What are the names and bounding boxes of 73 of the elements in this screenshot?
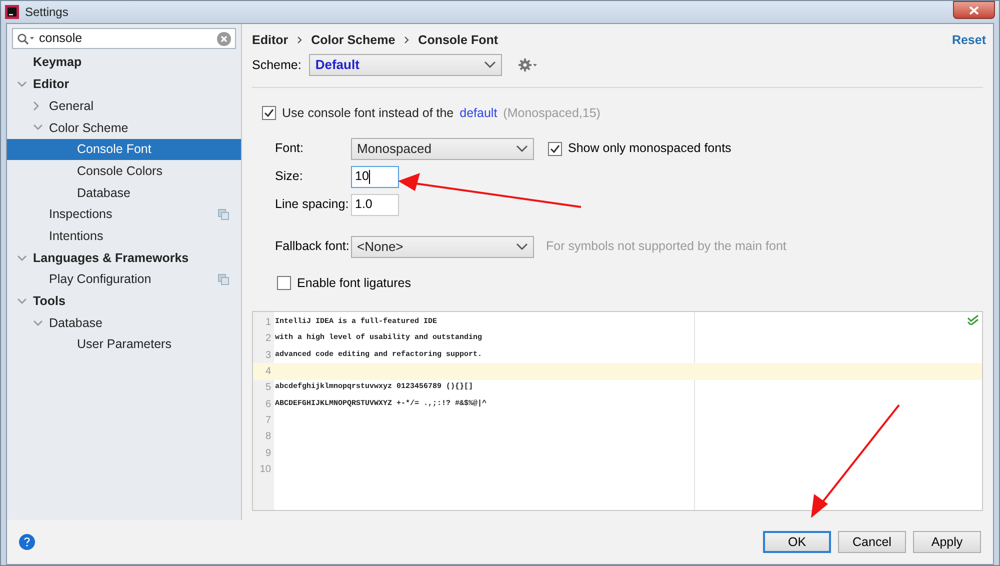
line-number: 4: [265, 365, 271, 380]
chevron-down-icon[interactable]: [33, 124, 43, 132]
scheme-dropdown[interactable]: Default: [309, 54, 502, 76]
ligatures-label: Enable font ligatures: [297, 274, 411, 292]
breadcrumb-item: Color Scheme: [311, 32, 396, 49]
default-font-hint: (Monospaced,15): [503, 105, 600, 122]
check-icon: [967, 314, 979, 324]
window-title: Settings: [25, 4, 68, 21]
tree-item[interactable]: Console Colors: [7, 160, 241, 182]
breadcrumb-item: Editor: [252, 32, 288, 49]
caret-icon: [516, 242, 528, 251]
help-button[interactable]: [19, 534, 35, 550]
tree-item[interactable]: Tools: [7, 290, 241, 312]
font-dropdown[interactable]: Monospaced: [351, 138, 534, 160]
line-spacing-field[interactable]: 1.0: [351, 194, 399, 216]
copy-icon: [218, 209, 229, 220]
tree-item[interactable]: Inspections: [7, 204, 241, 226]
tree-item[interactable]: Console Font: [7, 138, 241, 160]
breadcrumb-item: Console Font: [418, 32, 498, 49]
line-spacing-label: Line spacing:: [275, 196, 350, 214]
chevron-right-icon[interactable]: [33, 101, 40, 112]
scheme-label: Scheme:: [252, 56, 302, 74]
question-mark-icon: [24, 537, 30, 547]
caret-icon: [516, 144, 528, 153]
caret-icon: [484, 61, 496, 69]
size-field[interactable]: 10: [351, 166, 399, 188]
close-button[interactable]: [953, 1, 995, 19]
dialog-button[interactable]: Cancel: [838, 531, 906, 553]
line-number: 2: [265, 332, 271, 346]
tree-item[interactable]: Database: [7, 312, 241, 334]
size-label: Size:: [275, 168, 304, 186]
fallback-font-dropdown[interactable]: <None>: [351, 236, 534, 258]
line-number: 1: [265, 316, 271, 330]
checkbox[interactable]: [262, 106, 276, 120]
line-number: 8: [265, 430, 271, 444]
tree-item[interactable]: Intentions: [7, 226, 241, 248]
fallback-font-hint: For symbols not supported by the main font: [546, 238, 788, 256]
reset-link[interactable]: Reset: [952, 30, 986, 50]
dialog-button[interactable]: Apply: [913, 531, 981, 553]
dialog-button[interactable]: OK: [763, 531, 831, 553]
line-number: 9: [265, 446, 271, 461]
tree-item[interactable]: User Parameters: [7, 334, 241, 356]
tree-item[interactable]: General: [7, 95, 241, 118]
search-icon: [17, 32, 35, 44]
chevron-down-icon[interactable]: [17, 298, 27, 305]
chevron-down-icon[interactable]: [17, 81, 27, 88]
tree-item[interactable]: Database: [7, 182, 241, 204]
line-number: 7: [265, 414, 271, 428]
line-number: 3: [265, 348, 271, 363]
close-icon: [969, 6, 979, 14]
line-number: 10: [260, 462, 271, 477]
tree-item[interactable]: Keymap: [7, 52, 241, 74]
tree-item[interactable]: Editor: [7, 74, 241, 96]
line-number: 5: [265, 381, 271, 396]
use-console-font-label: Use console font instead of the: [282, 105, 454, 122]
copy-icon: [218, 274, 229, 286]
chevron-right-icon: [297, 36, 302, 44]
line-number: 6: [265, 398, 271, 412]
font-label: Font:: [275, 140, 304, 158]
monospaced-only-label: Show only monospaced fonts: [568, 140, 732, 158]
app-logo-icon: [5, 5, 19, 19]
chevron-right-icon: [404, 36, 410, 44]
tree-item[interactable]: Play Configuration: [7, 268, 241, 291]
chevron-down-icon[interactable]: [33, 320, 43, 327]
tree-item[interactable]: Color Scheme: [7, 117, 241, 139]
fallback-font-label: Fallback font:: [275, 238, 350, 256]
checkbox[interactable]: [548, 142, 562, 156]
search-field[interactable]: console: [12, 28, 236, 49]
clear-icon[interactable]: [217, 32, 231, 46]
default-link[interactable]: default: [460, 104, 498, 123]
chevron-down-icon[interactable]: [17, 254, 27, 262]
checkbox[interactable]: [277, 276, 291, 290]
tree-item[interactable]: Languages & Frameworks: [7, 247, 241, 269]
